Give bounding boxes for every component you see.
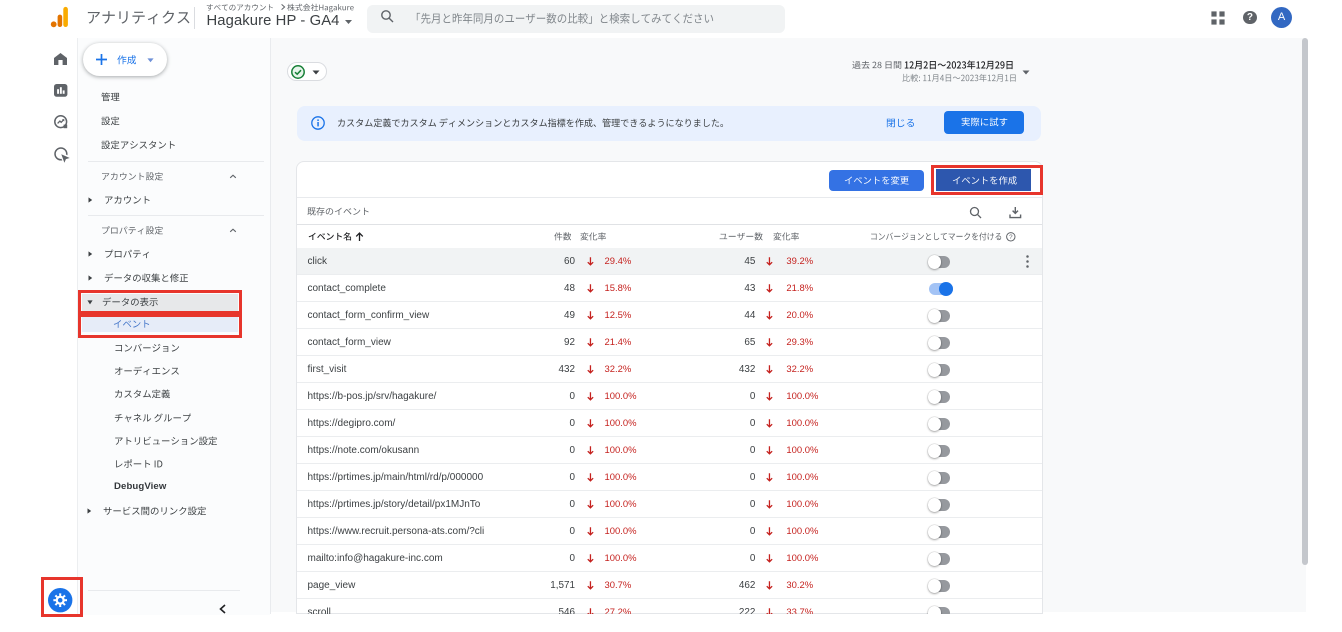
svg-text:?: ? (1009, 234, 1013, 241)
